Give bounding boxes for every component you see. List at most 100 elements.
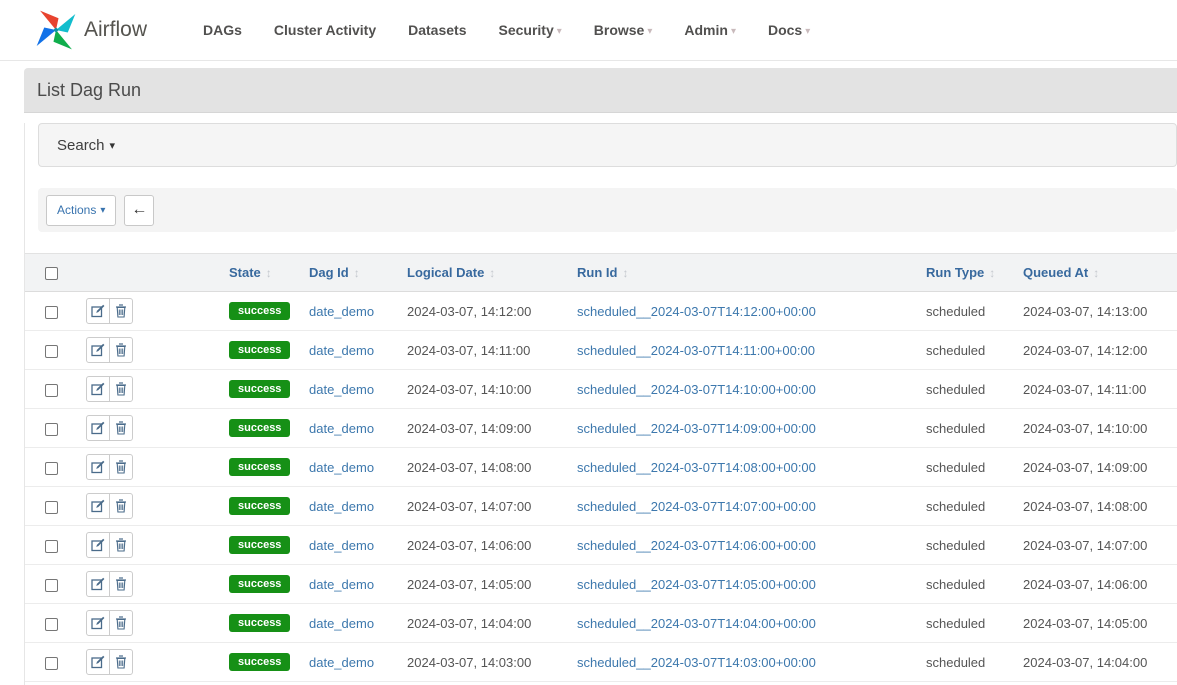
status-badge: success (229, 419, 290, 437)
page-title: List Dag Run (37, 80, 141, 101)
actions-dropdown-button[interactable]: Actions ▾ (46, 195, 116, 226)
nav-item[interactable]: DAGs (187, 22, 258, 38)
dag-id-link[interactable]: date_demo (309, 577, 374, 592)
chevron-down-icon: ▾ (731, 26, 736, 37)
airflow-brand[interactable]: Airflow (35, 9, 147, 51)
row-checkbox[interactable] (45, 618, 58, 631)
row-checkbox[interactable] (45, 306, 58, 319)
search-accordion-toggle[interactable]: Search ▾ (38, 123, 1177, 167)
edit-row-button[interactable] (86, 493, 110, 519)
nav-item[interactable]: Security▾ (482, 22, 577, 38)
queued-at-value: 2024-03-07, 14:06:00 (1023, 577, 1147, 592)
queued-at-value: 2024-03-07, 14:12:00 (1023, 343, 1147, 358)
delete-row-button[interactable] (109, 337, 133, 363)
run-id-link[interactable]: scheduled__2024-03-07T14:09:00+00:00 (577, 421, 816, 436)
run-id-link[interactable]: scheduled__2024-03-07T14:05:00+00:00 (577, 577, 816, 592)
edit-row-button[interactable] (86, 454, 110, 480)
table-row: success date_demo 2024-03-07, 14:04:00 s… (25, 604, 1177, 643)
dag-id-link[interactable]: date_demo (309, 382, 374, 397)
back-button[interactable]: ← (124, 195, 154, 226)
run-type-value: scheduled (926, 655, 985, 670)
row-checkbox[interactable] (45, 423, 58, 436)
column-header-logical-date[interactable]: Logical Date↕ (399, 254, 569, 292)
status-badge: success (229, 458, 290, 476)
queued-at-value: 2024-03-07, 14:09:00 (1023, 460, 1147, 475)
table-row: success date_demo 2024-03-07, 14:06:00 s… (25, 526, 1177, 565)
dag-id-link[interactable]: date_demo (309, 538, 374, 553)
run-id-link[interactable]: scheduled__2024-03-07T14:07:00+00:00 (577, 499, 816, 514)
column-header-run-id[interactable]: Run Id↕ (569, 254, 918, 292)
nav-item[interactable]: Docs▾ (752, 22, 826, 38)
nav-item[interactable]: Datasets (392, 22, 482, 38)
column-header-queued-at[interactable]: Queued At↕ (1015, 254, 1177, 292)
table-row: success date_demo 2024-03-07, 14:07:00 s… (25, 487, 1177, 526)
dag-id-link[interactable]: date_demo (309, 499, 374, 514)
edit-icon (91, 460, 105, 474)
nav-item[interactable]: Admin▾ (668, 22, 752, 38)
dag-id-link[interactable]: date_demo (309, 616, 374, 631)
run-type-value: scheduled (926, 538, 985, 553)
trash-icon (115, 460, 127, 474)
queued-at-value: 2024-03-07, 14:10:00 (1023, 421, 1147, 436)
run-type-value: scheduled (926, 577, 985, 592)
actions-toolbar: Actions ▾ ← (38, 188, 1177, 232)
dag-id-link[interactable]: date_demo (309, 655, 374, 670)
nav-item[interactable]: Browse▾ (578, 22, 669, 38)
run-id-link[interactable]: scheduled__2024-03-07T14:06:00+00:00 (577, 538, 816, 553)
edit-row-button[interactable] (86, 571, 110, 597)
row-checkbox[interactable] (45, 657, 58, 670)
nav-item[interactable]: Cluster Activity (258, 22, 392, 38)
run-id-link[interactable]: scheduled__2024-03-07T14:11:00+00:00 (577, 343, 815, 358)
run-id-link[interactable]: scheduled__2024-03-07T14:04:00+00:00 (577, 616, 816, 631)
trash-icon (115, 343, 127, 357)
edit-row-button[interactable] (86, 298, 110, 324)
row-checkbox[interactable] (45, 462, 58, 475)
delete-row-button[interactable] (109, 532, 133, 558)
trash-icon (115, 538, 127, 552)
delete-row-button[interactable] (109, 376, 133, 402)
delete-row-button[interactable] (109, 415, 133, 441)
edit-row-button[interactable] (86, 337, 110, 363)
row-checkbox[interactable] (45, 384, 58, 397)
table-row: success date_demo 2024-03-07, 14:09:00 s… (25, 409, 1177, 448)
run-id-link[interactable]: scheduled__2024-03-07T14:08:00+00:00 (577, 460, 816, 475)
edit-row-button[interactable] (86, 649, 110, 675)
edit-icon (91, 499, 105, 513)
dag-id-link[interactable]: date_demo (309, 421, 374, 436)
delete-row-button[interactable] (109, 454, 133, 480)
column-header-run-type[interactable]: Run Type↕ (918, 254, 1015, 292)
run-id-link[interactable]: scheduled__2024-03-07T14:03:00+00:00 (577, 655, 816, 670)
table-row: success date_demo 2024-03-07, 14:08:00 s… (25, 448, 1177, 487)
row-checkbox[interactable] (45, 540, 58, 553)
edit-row-button[interactable] (86, 532, 110, 558)
run-id-link[interactable]: scheduled__2024-03-07T14:10:00+00:00 (577, 382, 816, 397)
edit-row-button[interactable] (86, 610, 110, 636)
select-all-checkbox[interactable] (45, 267, 58, 280)
row-checkbox[interactable] (45, 345, 58, 358)
run-id-link[interactable]: scheduled__2024-03-07T14:12:00+00:00 (577, 304, 816, 319)
run-type-value: scheduled (926, 499, 985, 514)
navbar: Airflow DAGs Cluster Activity Datasets S… (0, 0, 1177, 61)
column-header-state[interactable]: State↕ (221, 254, 301, 292)
status-badge: success (229, 536, 290, 554)
queued-at-value: 2024-03-07, 14:08:00 (1023, 499, 1147, 514)
delete-row-button[interactable] (109, 298, 133, 324)
run-type-value: scheduled (926, 616, 985, 631)
edit-row-button[interactable] (86, 415, 110, 441)
row-checkbox[interactable] (45, 501, 58, 514)
row-checkbox[interactable] (45, 579, 58, 592)
delete-row-button[interactable] (109, 571, 133, 597)
select-all-header (25, 254, 78, 292)
delete-row-button[interactable] (109, 610, 133, 636)
table-header-row: State↕ Dag Id↕ Logical Date↕ Run Id↕ Run… (25, 254, 1177, 292)
delete-row-button[interactable] (109, 649, 133, 675)
edit-row-button[interactable] (86, 376, 110, 402)
delete-row-button[interactable] (109, 493, 133, 519)
dag-id-link[interactable]: date_demo (309, 460, 374, 475)
logical-date-value: 2024-03-07, 14:07:00 (407, 499, 531, 514)
column-header-dag-id[interactable]: Dag Id↕ (301, 254, 399, 292)
chevron-down-icon: ▾ (647, 26, 652, 37)
sort-icon: ↕ (354, 266, 360, 280)
dag-id-link[interactable]: date_demo (309, 343, 374, 358)
dag-id-link[interactable]: date_demo (309, 304, 374, 319)
